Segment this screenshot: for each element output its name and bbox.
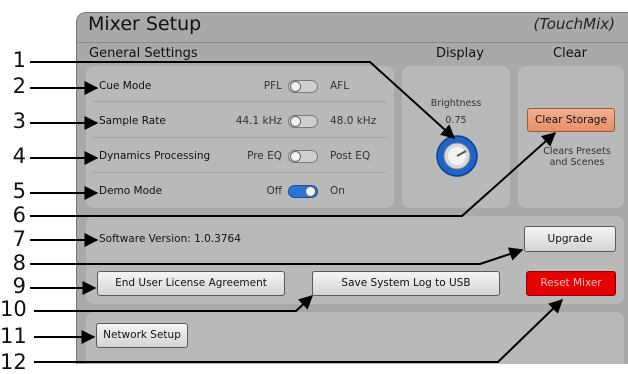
callout-line-10 (34, 295, 314, 312)
callout-line-8 (30, 247, 524, 265)
callout-line-1 (30, 61, 456, 139)
callout-line-6 (30, 132, 557, 217)
touchmix-setup-figure: Mixer Setup (TouchMix) General Settings … (0, 0, 628, 373)
callout-lines (30, 61, 564, 363)
